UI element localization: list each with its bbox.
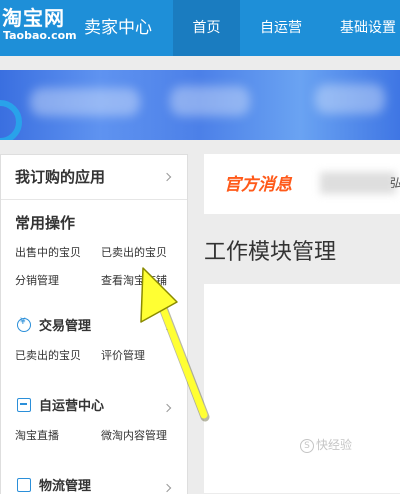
subscribed-apps-item[interactable]: 我订购的应用 (1, 155, 187, 200)
banner-decoration (0, 100, 22, 140)
module-card (204, 284, 400, 493)
tab-basic-settings[interactable]: 基础设置 (322, 0, 400, 56)
chat-bubble-icon (17, 398, 31, 412)
promo-banner[interactable] (0, 70, 400, 140)
top-navigation-bar: 淘宝网 Taobao.com 卖家中心 首页 自运营 基础设置 (0, 0, 400, 56)
chevron-right-icon (162, 403, 172, 413)
sidebar: 我订购的应用 常用操作 出售中的宝贝 已卖出的宝贝 分销管理 查看淘宝店铺 交易… (0, 154, 188, 494)
seller-center-title[interactable]: 卖家中心 (84, 17, 152, 39)
taobao-logo[interactable]: 淘宝网 Taobao.com (2, 6, 77, 42)
link-weitao-content[interactable]: 微淘内容管理 (101, 427, 167, 443)
group-self-operation-center[interactable]: 自运营中心 (39, 395, 104, 414)
link-view-taobao-store[interactable]: 查看淘宝店铺 (101, 272, 167, 288)
watermark: S 快经验 (300, 436, 352, 453)
truck-icon (17, 478, 31, 492)
official-notice-card[interactable]: 官方消息 (204, 154, 400, 214)
link-items-on-sale[interactable]: 出售中的宝贝 (15, 244, 81, 260)
link-review-management[interactable]: 评价管理 (101, 347, 145, 363)
subscribed-apps-label: 我订购的应用 (15, 168, 106, 186)
logo-text: 淘宝网 (2, 6, 65, 30)
common-operations-title: 常用操作 (15, 214, 76, 232)
notice-overflow-text: 弘 (390, 176, 400, 190)
chevron-right-icon (162, 483, 172, 493)
link-items-sold[interactable]: 已卖出的宝贝 (101, 244, 167, 260)
tab-home[interactable]: 首页 (173, 0, 240, 56)
chevron-right-icon (162, 321, 172, 331)
notice-content-blurred (320, 172, 396, 194)
watermark-text: 快经验 (316, 438, 353, 452)
link-distribution-management[interactable]: 分销管理 (15, 272, 59, 288)
official-notice-title: 官方消息 (224, 175, 292, 195)
yen-circle-icon (17, 317, 31, 332)
chevron-right-icon (162, 172, 172, 182)
link-taobao-live[interactable]: 淘宝直播 (15, 427, 59, 443)
tab-self-operation[interactable]: 自运营 (240, 0, 322, 56)
group-trade-management[interactable]: 交易管理 (39, 315, 91, 334)
module-management-title: 工作模块管理 (204, 240, 337, 265)
logo-domain: Taobao.com (3, 29, 77, 42)
watermark-logo-icon: S (300, 438, 314, 453)
group-logistics-management[interactable]: 物流管理 (39, 475, 91, 494)
link-trade-items-sold[interactable]: 已卖出的宝贝 (15, 347, 81, 363)
